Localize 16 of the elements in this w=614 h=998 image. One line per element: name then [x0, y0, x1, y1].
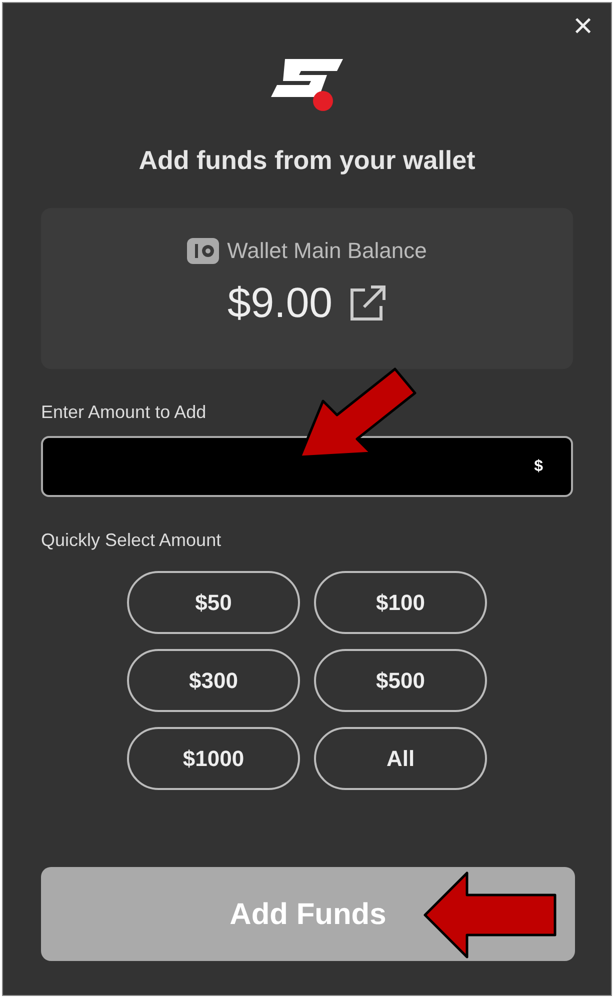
wallet-icon	[187, 238, 220, 264]
amount-button[interactable]: All	[314, 727, 487, 790]
balance-amount: $9.00	[227, 278, 333, 328]
amount-button[interactable]: $300	[127, 649, 300, 712]
wallet-label: Wallet Main Balance	[227, 237, 427, 265]
section-label: Quickly Select Amount	[41, 529, 222, 552]
field-label: Enter Amount to Add	[41, 401, 208, 424]
amount-button[interactable]: $50	[127, 571, 300, 634]
close-button[interactable]: ×	[569, 9, 597, 43]
amount-button[interactable]: $500	[314, 649, 487, 712]
currency-symbol: $	[534, 456, 543, 476]
amount-button[interactable]: $1000	[127, 727, 300, 790]
dialog-title: Add funds from your wallet	[138, 144, 476, 177]
amount-button[interactable]: $100	[314, 571, 487, 634]
external-link-icon[interactable]	[348, 284, 387, 322]
amount-field[interactable]: $	[41, 436, 573, 497]
